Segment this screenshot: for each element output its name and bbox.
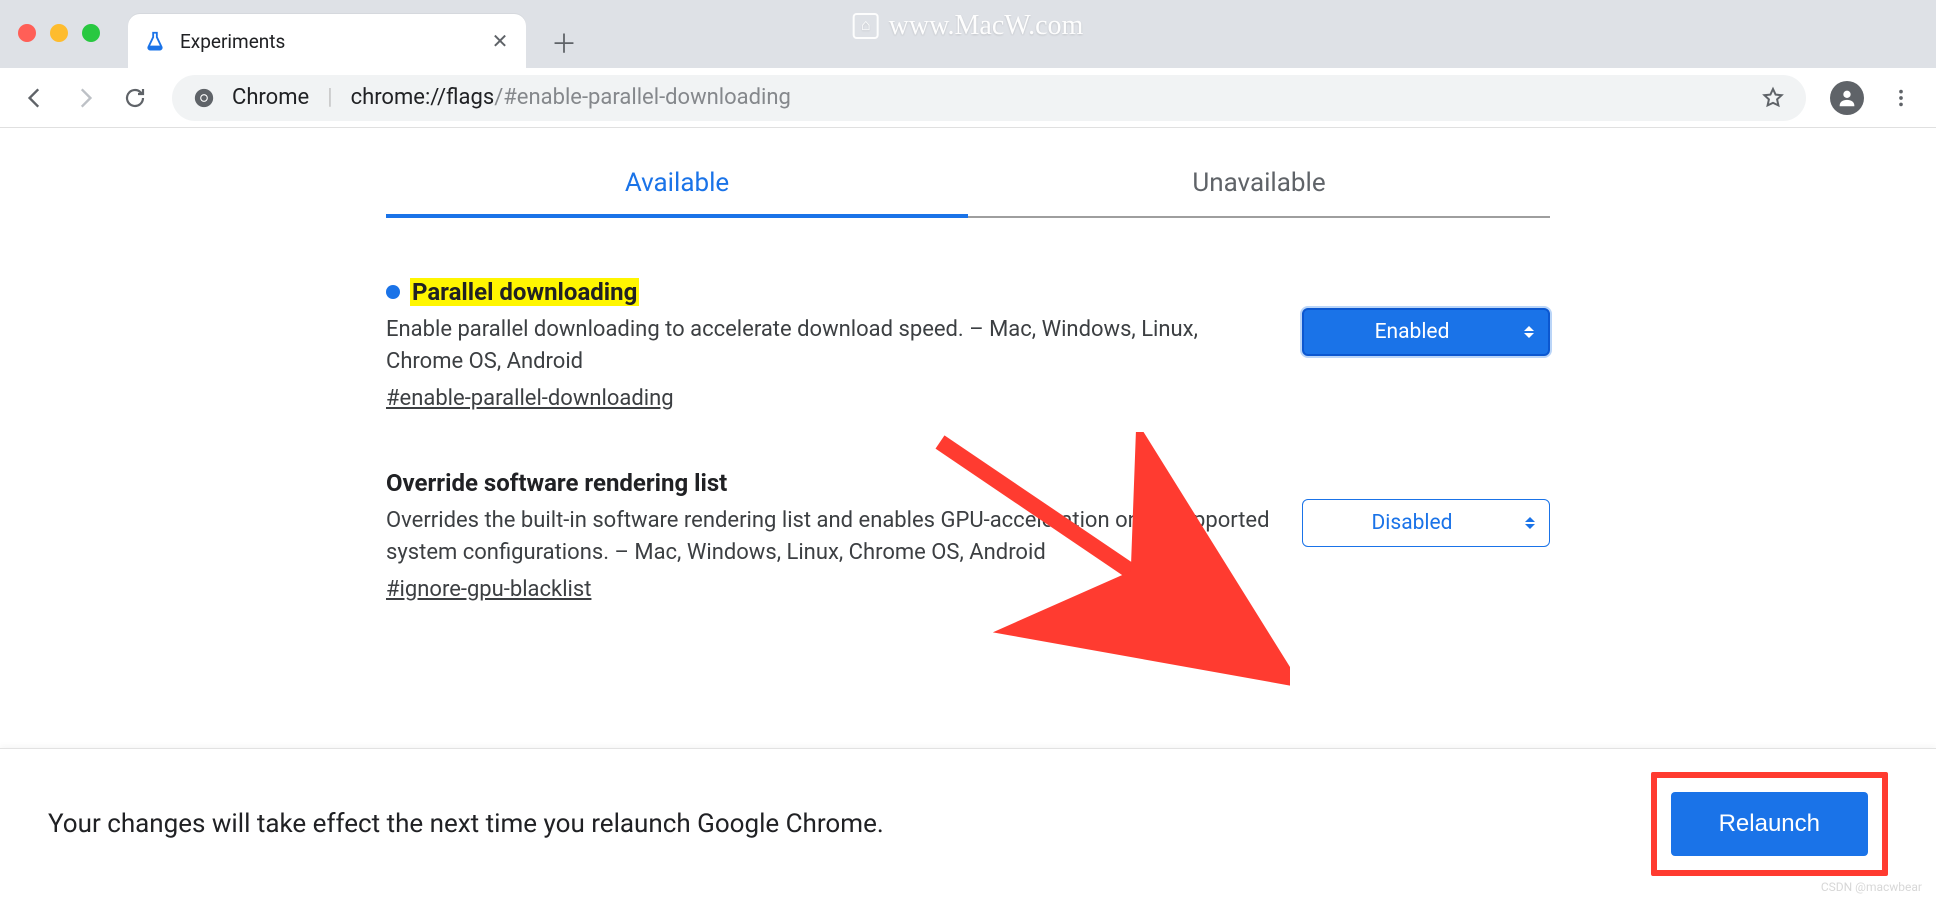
address-text: Chrome | chrome://flags /#enable-paralle… bbox=[232, 85, 791, 110]
flag-select-value: Disabled bbox=[1371, 511, 1452, 535]
tab-title: Experiments bbox=[180, 30, 476, 53]
caret-icon bbox=[1525, 517, 1535, 529]
relaunch-bar: Your changes will take effect the next t… bbox=[0, 748, 1936, 898]
profile-button[interactable] bbox=[1830, 81, 1864, 115]
image-credit: CSDN @macwbear bbox=[1821, 880, 1922, 894]
chrome-icon bbox=[192, 86, 216, 110]
flag-title: Override software rendering list bbox=[386, 469, 727, 497]
bookmark-star-icon[interactable] bbox=[1760, 85, 1786, 111]
close-tab-button[interactable]: ✕ bbox=[490, 31, 510, 51]
close-window-button[interactable] bbox=[18, 24, 36, 42]
tab-strip: Experiments ✕ ＋ ⌂ www.MacW.com bbox=[0, 0, 1936, 68]
watermark-icon: ⌂ bbox=[853, 13, 879, 39]
flask-icon bbox=[144, 30, 166, 52]
flag-row: Override software rendering list Overrid… bbox=[386, 469, 1550, 602]
flag-title: Parallel downloading bbox=[410, 278, 639, 306]
flag-select[interactable]: Disabled bbox=[1302, 499, 1550, 547]
page-content: Available Unavailable Parallel downloadi… bbox=[0, 128, 1936, 602]
annotation-highlight-box: Relaunch bbox=[1651, 772, 1888, 876]
watermark: ⌂ www.MacW.com bbox=[853, 10, 1084, 42]
minimize-window-button[interactable] bbox=[50, 24, 68, 42]
browser-tab[interactable]: Experiments ✕ bbox=[128, 14, 526, 68]
url-path: /#enable-parallel-downloading bbox=[494, 85, 791, 110]
flag-row: Parallel downloading Enable parallel dow… bbox=[386, 278, 1550, 411]
flags-list: Parallel downloading Enable parallel dow… bbox=[386, 278, 1550, 602]
tab-available[interactable]: Available bbox=[386, 156, 968, 216]
flag-select-value: Enabled bbox=[1375, 320, 1450, 344]
maximize-window-button[interactable] bbox=[82, 24, 100, 42]
flag-hash-link[interactable]: #ignore-gpu-blacklist bbox=[386, 577, 591, 602]
back-button[interactable] bbox=[14, 77, 56, 119]
flag-hash-link[interactable]: #enable-parallel-downloading bbox=[386, 386, 674, 411]
new-tab-button[interactable]: ＋ bbox=[544, 22, 584, 62]
url-host: chrome://flags bbox=[351, 85, 495, 110]
relaunch-button[interactable]: Relaunch bbox=[1671, 792, 1868, 856]
window-controls bbox=[18, 24, 100, 42]
caret-icon bbox=[1524, 326, 1534, 338]
address-bar[interactable]: Chrome | chrome://flags /#enable-paralle… bbox=[172, 75, 1806, 121]
relaunch-message: Your changes will take effect the next t… bbox=[48, 809, 884, 839]
flag-description: Overrides the built-in software renderin… bbox=[386, 505, 1272, 569]
tab-unavailable[interactable]: Unavailable bbox=[968, 156, 1550, 216]
flag-select[interactable]: Enabled bbox=[1302, 308, 1550, 356]
content-tabs: Available Unavailable bbox=[386, 156, 1550, 218]
flag-description: Enable parallel downloading to accelerat… bbox=[386, 314, 1272, 378]
watermark-text: www.MacW.com bbox=[889, 10, 1084, 42]
modified-dot-icon bbox=[386, 285, 400, 299]
toolbar: Chrome | chrome://flags /#enable-paralle… bbox=[0, 68, 1936, 128]
forward-button[interactable] bbox=[64, 77, 106, 119]
reload-button[interactable] bbox=[114, 77, 156, 119]
url-scheme-label: Chrome bbox=[232, 85, 309, 110]
kebab-menu-button[interactable] bbox=[1880, 77, 1922, 119]
